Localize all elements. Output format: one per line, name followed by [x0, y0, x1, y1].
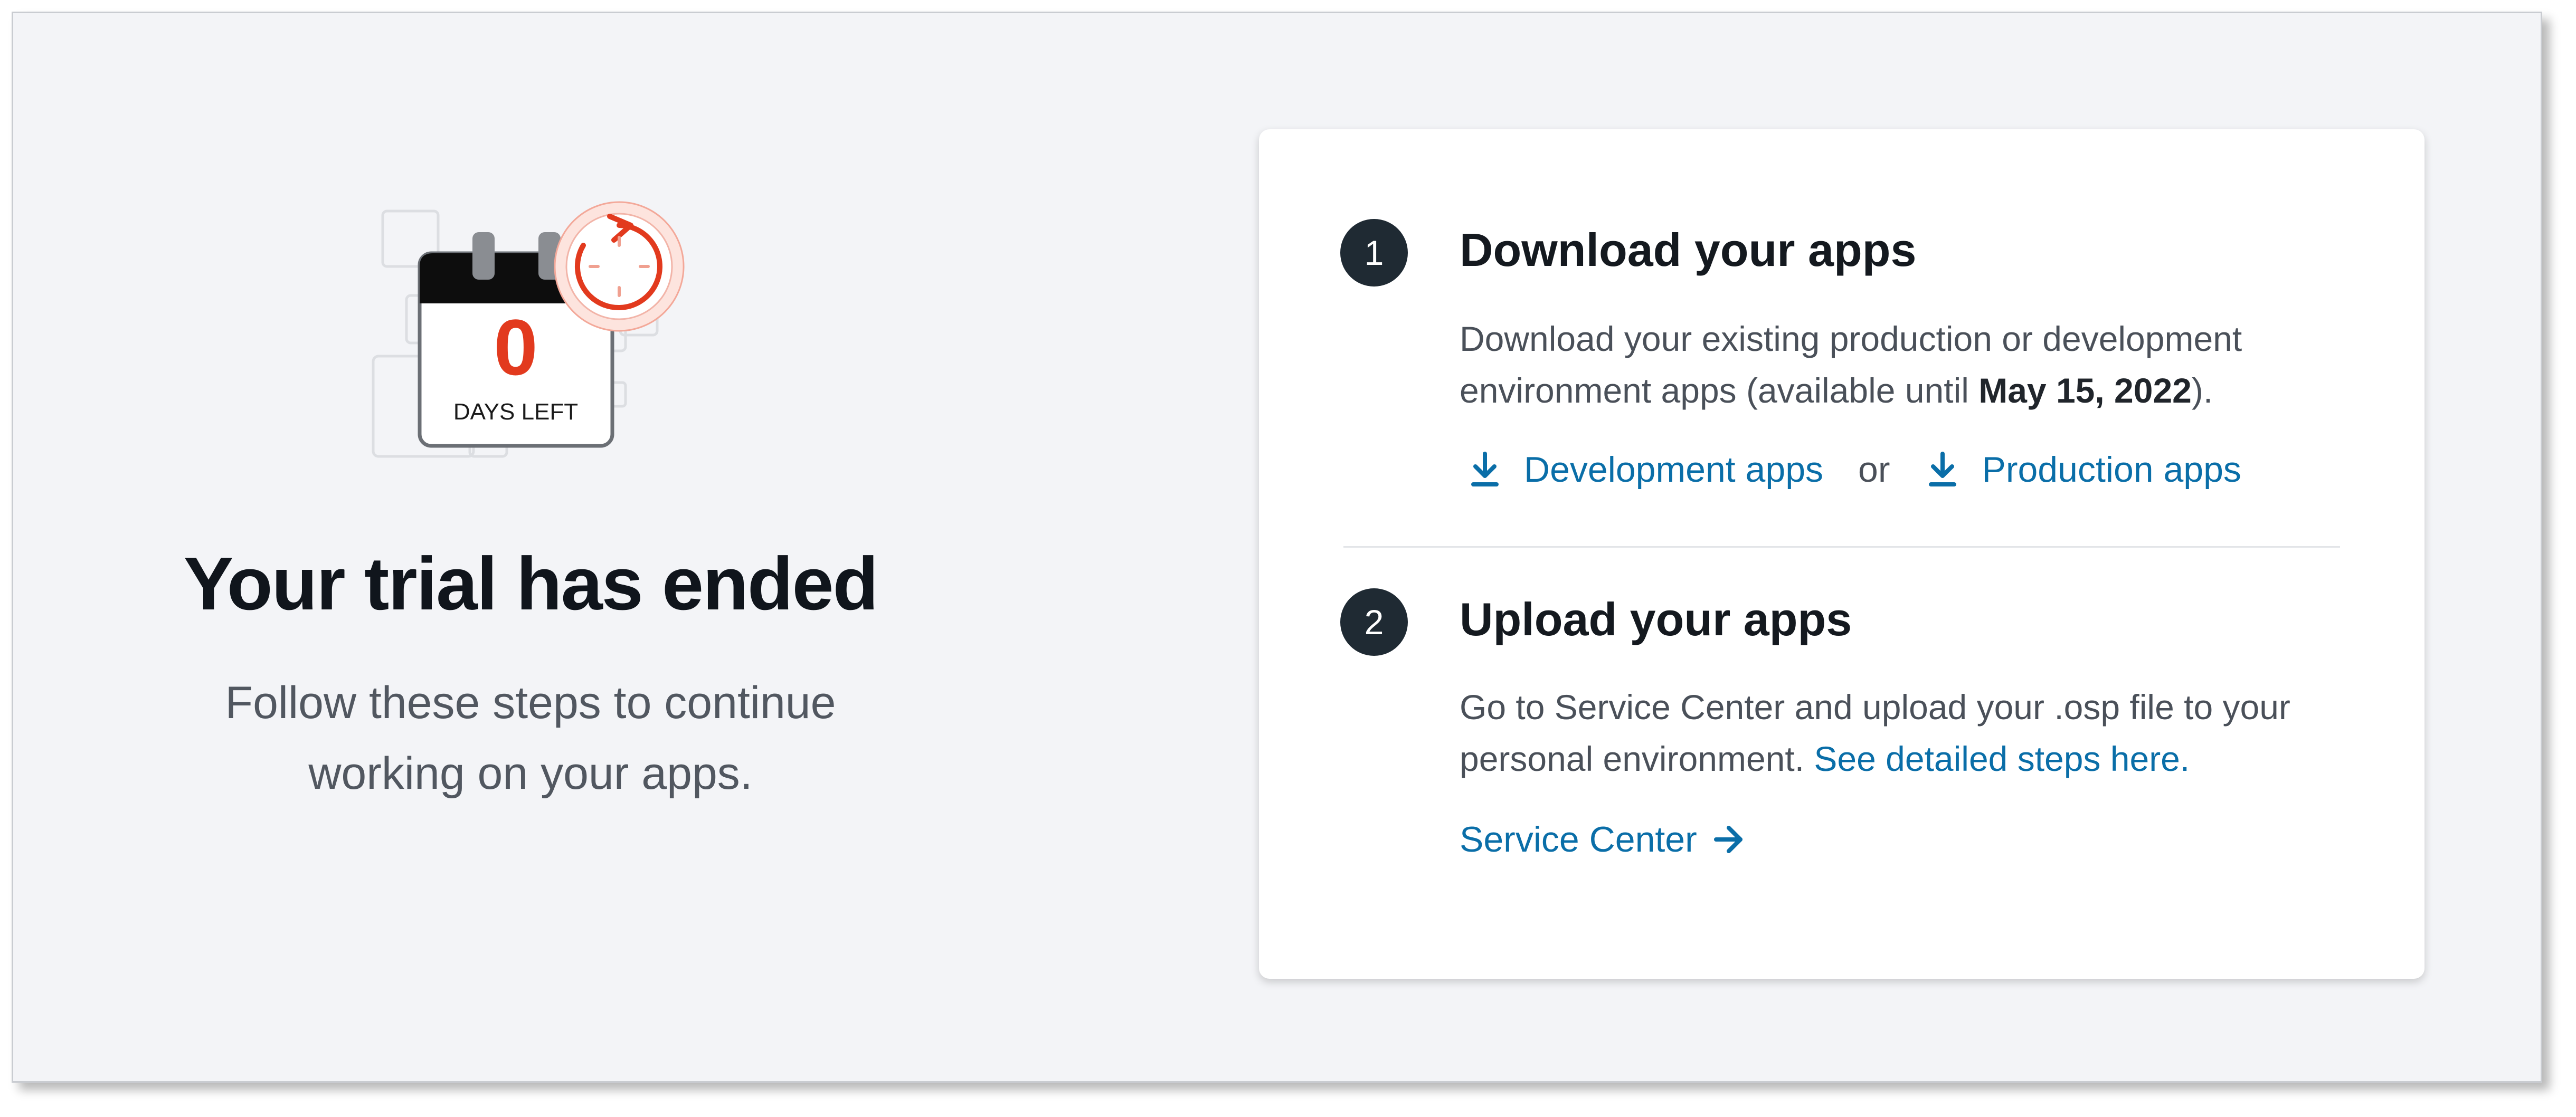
page-subtitle: Follow these steps to continue working o… [225, 677, 836, 799]
development-apps-link[interactable]: Development apps [1470, 449, 1823, 490]
calendar-caption: DAYS LEFT [453, 399, 578, 425]
download-links: Development apps or Production apps [1470, 443, 2241, 496]
service-center-link[interactable]: Service Center [1460, 819, 1745, 860]
timer-reset-icon [554, 201, 685, 332]
detailed-steps-link[interactable]: See detailed steps here. [1814, 739, 2190, 778]
step-1-title: Download your apps [1460, 224, 1917, 276]
page-title: Your trial has ended [183, 542, 879, 626]
step-1-desc-end: ). [2191, 371, 2213, 410]
arrow-right-icon [1713, 826, 1742, 853]
download-icon [1471, 452, 1499, 486]
production-apps-label: Production apps [1982, 450, 2241, 490]
development-apps-label: Development apps [1524, 450, 1824, 490]
step-1-badge: 1 [1340, 219, 1408, 287]
production-apps-link[interactable]: Production apps [1928, 449, 2241, 490]
step-2-badge: 2 [1340, 588, 1408, 656]
step-2-title: Upload your apps [1460, 593, 1852, 645]
step-1-description: Download your existing production or dev… [1460, 313, 2336, 416]
download-icon [1929, 452, 1957, 486]
step-divider [1343, 546, 2340, 548]
step-2-description: Go to Service Center and upload your .os… [1460, 681, 2336, 785]
steps-card: 1 Download your apps Download your exist… [1259, 129, 2425, 979]
service-center-row: Service Center [1460, 813, 1745, 866]
calendar-number: 0 [494, 303, 537, 392]
trial-ended-page: 0 DAYS LEFT Your trial has ended Follow … [12, 12, 2542, 1083]
service-center-label: Service Center [1460, 819, 1697, 860]
calendar-icon: 0 DAYS LEFT [372, 201, 685, 458]
or-separator: or [1858, 450, 1890, 490]
availability-date: May 15, 2022 [1978, 371, 2192, 410]
